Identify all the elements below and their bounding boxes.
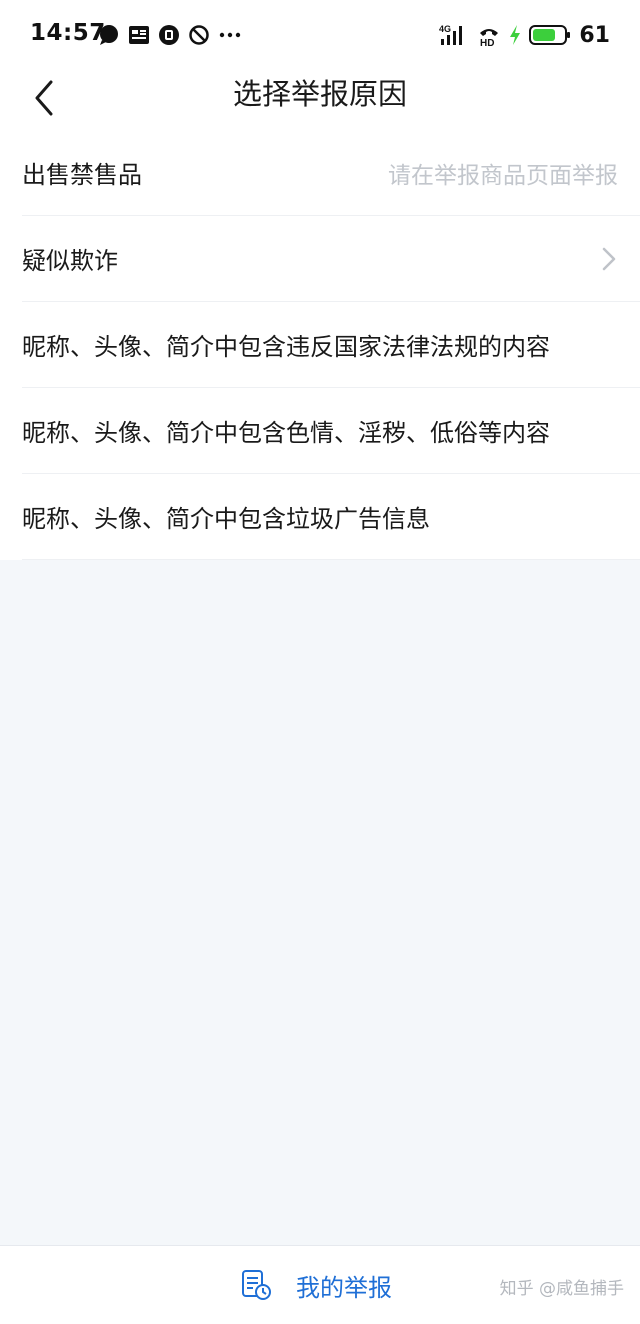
do-not-disturb-icon <box>189 25 209 45</box>
page-title: 选择举报原因 <box>232 77 407 111</box>
news-app-icon <box>129 26 149 44</box>
status-time: 14:57 <box>30 20 106 46</box>
reason-label: 昵称、头像、简介中包含色情、淫秽、低俗等内容 <box>22 419 550 447</box>
bottom-bar: 我的举报 知乎 @咸鱼捕手 <box>0 1245 640 1324</box>
watermark: 知乎 @咸鱼捕手 <box>499 1279 624 1299</box>
status-bar: 14:57 4G HD 61 <box>0 0 640 70</box>
reason-item-pornographic-content[interactable]: 昵称、头像、简介中包含色情、淫秽、低俗等内容 <box>22 388 640 474</box>
reason-label: 疑似欺诈 <box>22 247 118 275</box>
report-reason-list: 出售禁售品 请在举报商品页面举报 疑似欺诈 昵称、头像、简介中包含违反国家法律法… <box>0 130 640 560</box>
hd-call-icon: HD <box>480 29 499 47</box>
chevron-right-icon <box>602 247 616 271</box>
battery-level: 61 <box>579 22 610 48</box>
status-icons-left <box>98 22 242 48</box>
reason-label: 昵称、头像、简介中包含违反国家法律法规的内容 <box>22 333 550 361</box>
charging-icon <box>510 25 521 45</box>
my-reports-label: 我的举报 <box>296 1273 392 1302</box>
chat-bubble-icon <box>100 25 118 45</box>
reason-item-suspected-fraud[interactable]: 疑似欺诈 <box>22 216 640 302</box>
more-dots-icon <box>219 32 241 38</box>
reason-item-illegal-content[interactable]: 昵称、头像、简介中包含违反国家法律法规的内容 <box>22 302 640 388</box>
app-notification-icon <box>159 25 179 45</box>
report-history-icon <box>242 1270 271 1300</box>
reason-hint: 请在举报商品页面举报 <box>388 162 618 189</box>
reason-label: 昵称、头像、简介中包含垃圾广告信息 <box>22 505 430 533</box>
reason-item-spam-ads[interactable]: 昵称、头像、简介中包含垃圾广告信息 <box>22 474 640 560</box>
my-reports-button[interactable]: 我的举报 <box>240 1268 392 1302</box>
header: 选择举报原因 <box>0 70 640 130</box>
battery-icon <box>529 25 571 45</box>
status-icons-right: 4G HD 61 <box>439 20 610 50</box>
svg-text:HD: HD <box>480 38 494 47</box>
signal-icon: 4G <box>439 24 463 45</box>
network-type-label: 4G <box>439 24 451 34</box>
reason-label: 出售禁售品 <box>22 161 142 189</box>
reason-item-prohibited-goods[interactable]: 出售禁售品 请在举报商品页面举报 <box>22 130 640 216</box>
